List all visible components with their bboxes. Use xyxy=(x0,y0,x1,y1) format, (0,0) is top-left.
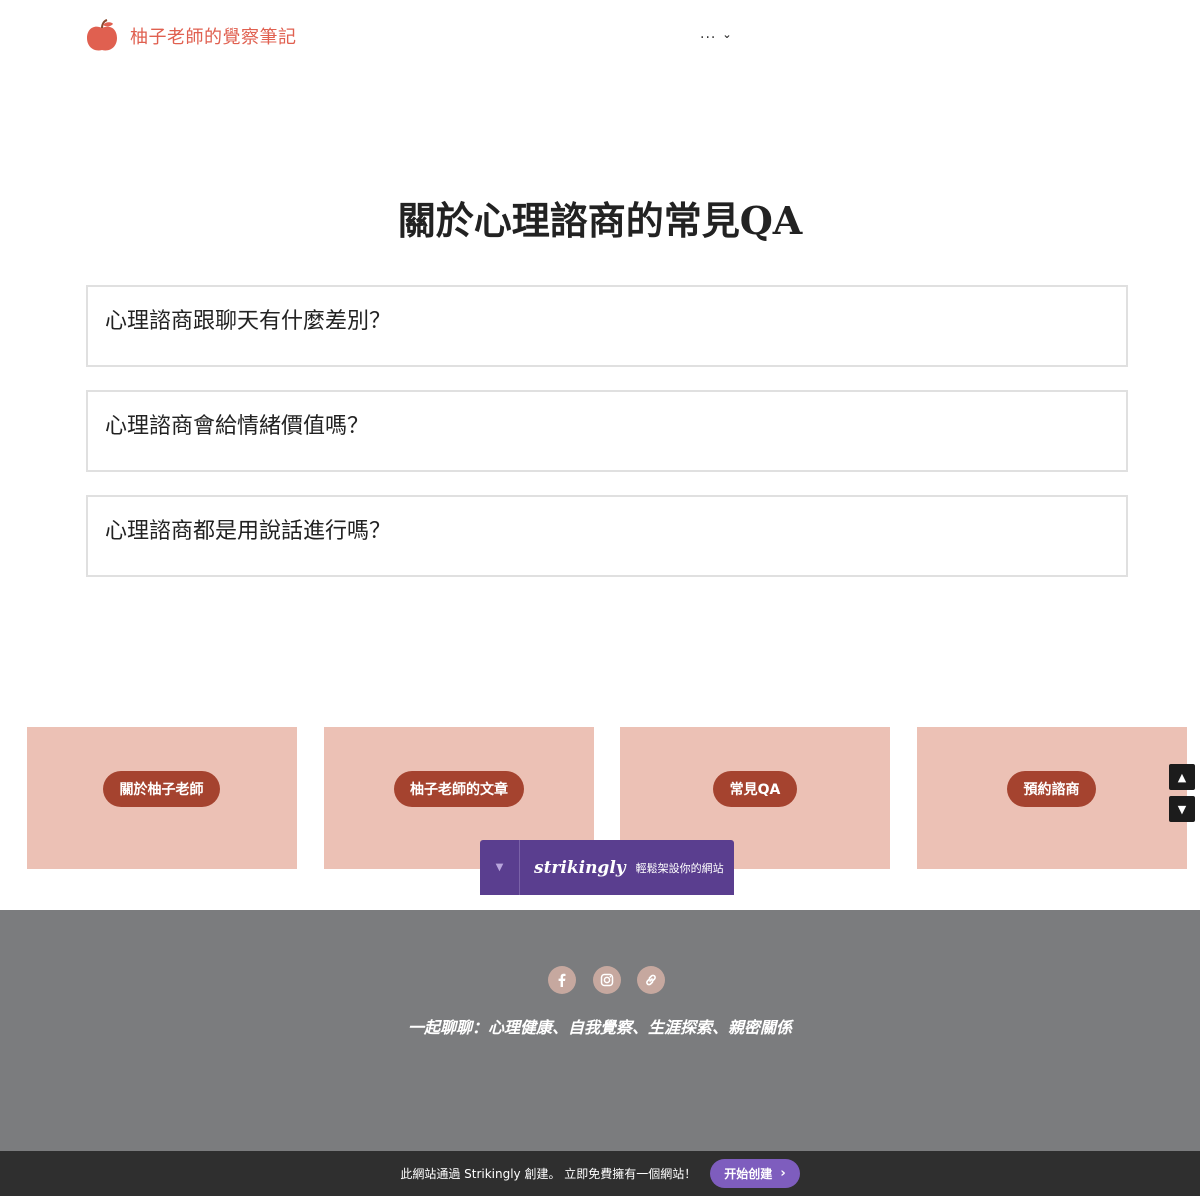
start-creating-button[interactable]: 开始创建 › xyxy=(710,1159,800,1188)
faq-item[interactable]: 心理諮商會給情緒價值嗎？ xyxy=(86,390,1128,472)
chevron-right-icon: › xyxy=(780,1166,786,1181)
nav-tile-about: 關於柚子老師 xyxy=(27,727,297,869)
arrow-up-icon: ▲ xyxy=(1177,770,1187,784)
collapse-badge-button[interactable]: ▼ xyxy=(480,840,520,895)
caret-down-icon: ▼ xyxy=(495,862,504,873)
badge-tagline: 輕鬆架設你的網站 xyxy=(635,861,724,875)
chevron-down-icon: ⌄ xyxy=(722,27,732,41)
strikingly-logo: strikingly xyxy=(534,857,626,878)
faq-question: 心理諮商會給情緒價值嗎？ xyxy=(105,414,370,439)
instagram-link[interactable] xyxy=(593,966,621,994)
faq-item[interactable]: 心理諮商跟聊天有什麼差別？ xyxy=(86,285,1128,367)
arrow-down-icon: ▼ xyxy=(1177,802,1187,816)
nav-more-label: ... xyxy=(700,26,717,42)
strikingly-badge[interactable]: ▼ strikingly 輕鬆架設你的網站 xyxy=(480,840,734,895)
facebook-link[interactable] xyxy=(548,966,576,994)
about-button[interactable]: 關於柚子老師 xyxy=(103,771,220,807)
scroll-up-button[interactable]: ▲ xyxy=(1169,764,1195,790)
site-logo[interactable]: 柚子老師的覺察筆記 xyxy=(84,18,297,54)
bottom-bar-text: 此網站通過 Strikingly 創建。 立即免費擁有一個網站！ xyxy=(400,1167,697,1181)
faq-question: 心理諮商都是用說話進行嗎？ xyxy=(105,519,392,544)
page-title: 關於心理諮商的常見QA xyxy=(397,198,803,243)
faq-question: 心理諮商跟聊天有什麼差別？ xyxy=(105,309,392,334)
cta-label: 开始创建 xyxy=(724,1167,773,1181)
facebook-icon xyxy=(558,973,566,987)
articles-button[interactable]: 柚子老師的文章 xyxy=(394,771,524,807)
strikingly-bottom-bar: 此網站通過 Strikingly 創建。 立即免費擁有一個網站！ 开始创建 › xyxy=(0,1151,1200,1196)
apple-icon xyxy=(87,19,117,51)
site-footer: 一起聊聊：心理健康、自我覺察、生涯探索、親密關係 xyxy=(0,910,1200,1151)
site-title: 柚子老師的覺察筆記 xyxy=(130,27,297,48)
faq-button[interactable]: 常見QA xyxy=(713,771,797,807)
website-link[interactable] xyxy=(637,966,665,994)
site-header: 柚子老師的覺察筆記 ... ⌄ xyxy=(0,0,1200,72)
footer-tagline: 一起聊聊：心理健康、自我覺察、生涯探索、親密關係 xyxy=(407,1018,792,1037)
link-icon xyxy=(646,974,656,986)
scroll-down-button[interactable]: ▼ xyxy=(1169,796,1195,822)
nav-more-menu[interactable]: ... ⌄ xyxy=(700,26,732,42)
nav-tile-booking: 預約諮商 xyxy=(917,727,1187,869)
booking-button[interactable]: 預約諮商 xyxy=(1007,771,1096,807)
faq-item[interactable]: 心理諮商都是用說話進行嗎？ xyxy=(86,495,1128,577)
instagram-icon xyxy=(600,973,614,987)
